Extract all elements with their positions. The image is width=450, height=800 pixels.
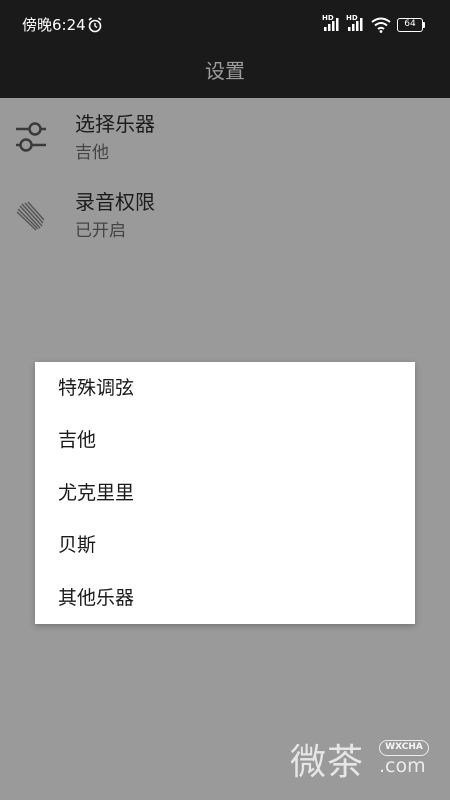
wifi-icon xyxy=(371,17,391,33)
signal-icon-2 xyxy=(348,18,363,31)
setting-title-record: 录音权限 xyxy=(75,190,155,214)
battery-indicator: 64 xyxy=(397,18,423,32)
status-time: 傍晚6:24 xyxy=(22,16,86,34)
watermark: 微茶 WXCHA .com xyxy=(290,733,440,783)
page-title: 设置 xyxy=(205,59,245,83)
sliders-icon xyxy=(16,122,46,152)
setting-item-instrument[interactable]: 选择乐器 吉他 xyxy=(0,98,450,176)
alarm-icon xyxy=(88,17,102,33)
watermark-text: 微茶 xyxy=(290,742,365,783)
dialog-option-special-tuning[interactable]: 特殊调弦 xyxy=(35,362,415,414)
dialog-option-ukulele[interactable]: 尤克里里 xyxy=(35,467,415,519)
battery-tip xyxy=(423,22,425,28)
dialog-option-guitar[interactable]: 吉他 xyxy=(35,414,415,466)
signal-icon-1 xyxy=(324,18,339,31)
setting-value-instrument: 吉他 xyxy=(75,143,109,163)
setting-item-record-permission[interactable]: 录音权限 已开启 xyxy=(0,176,450,254)
instrument-dialog: 特殊调弦 吉他 尤克里里 贝斯 其他乐器 xyxy=(35,362,415,624)
toolbar: 设置 xyxy=(0,40,450,98)
status-bar: 傍晚6:24 HD HD 64 xyxy=(0,0,450,40)
dialog-option-bass[interactable]: 贝斯 xyxy=(35,519,415,571)
dialog-option-other[interactable]: 其他乐器 xyxy=(35,572,415,624)
watermark-badge: WXCHA xyxy=(379,740,429,756)
watermark-domain: .com xyxy=(379,755,426,777)
setting-value-record: 已开启 xyxy=(75,221,126,241)
meteor-icon xyxy=(16,201,45,231)
setting-title-instrument: 选择乐器 xyxy=(75,112,155,136)
